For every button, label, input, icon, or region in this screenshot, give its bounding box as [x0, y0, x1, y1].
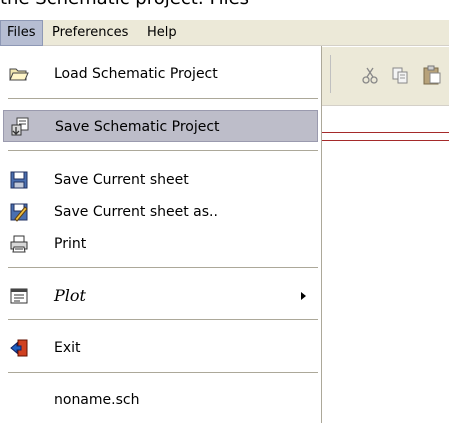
- copy-icon[interactable]: [390, 65, 410, 85]
- submenu-arrow-icon: [301, 292, 306, 300]
- menu-item-save-schematic-project[interactable]: Save Schematic Project: [3, 110, 318, 142]
- paste-icon[interactable]: [422, 65, 442, 85]
- floppy-disk-icon: [10, 171, 28, 189]
- menu-help[interactable]: Help: [141, 20, 183, 46]
- plot-icon: [10, 288, 28, 304]
- page-title-fragment: the Schematic project: Files: [0, 0, 449, 10]
- floppy-disk-pencil-icon: [10, 203, 28, 222]
- menu-files[interactable]: Files: [0, 20, 43, 46]
- printer-icon: [10, 235, 28, 253]
- menu-item-label: Print: [54, 236, 87, 252]
- menu-bar: Files Preferences Help: [0, 20, 449, 46]
- menu-item-save-current-sheet-as[interactable]: Save Current sheet as..: [3, 196, 318, 228]
- menu-item-label: Save Schematic Project: [55, 119, 220, 135]
- menu-separator: [8, 98, 318, 99]
- toolbar-separator: [330, 55, 331, 93]
- files-dropdown-menu: Load Schematic Project Save Schematic Pr…: [0, 46, 322, 423]
- menu-item-save-current-sheet[interactable]: Save Current sheet: [3, 164, 318, 196]
- menu-separator: [8, 319, 318, 320]
- menu-item-recent-file[interactable]: noname.sch: [3, 384, 318, 416]
- menu-separator: [8, 150, 318, 151]
- menu-item-load-schematic-project[interactable]: Load Schematic Project: [3, 58, 318, 90]
- menu-preferences[interactable]: Preferences: [46, 20, 134, 46]
- menu-separator: [8, 372, 318, 373]
- sheet-border-line: [322, 140, 449, 141]
- save-project-icon: [11, 117, 29, 136]
- open-folder-icon: [9, 68, 29, 81]
- menu-item-label: Save Current sheet: [54, 172, 189, 188]
- menu-item-label: Load Schematic Project: [54, 66, 218, 82]
- menu-item-label: Save Current sheet as..: [54, 204, 218, 220]
- main-toolbar: [322, 47, 449, 106]
- menu-item-plot[interactable]: Plot: [3, 280, 318, 312]
- menu-item-print[interactable]: Print: [3, 228, 318, 260]
- menu-item-label: Exit: [54, 340, 81, 356]
- sheet-border-line: [322, 132, 449, 133]
- cut-icon[interactable]: [360, 65, 380, 85]
- menu-item-exit[interactable]: Exit: [3, 332, 318, 364]
- menu-item-label: Plot: [54, 286, 86, 305]
- exit-icon: [10, 339, 28, 357]
- menu-separator: [8, 267, 318, 268]
- menu-item-label: noname.sch: [54, 392, 140, 408]
